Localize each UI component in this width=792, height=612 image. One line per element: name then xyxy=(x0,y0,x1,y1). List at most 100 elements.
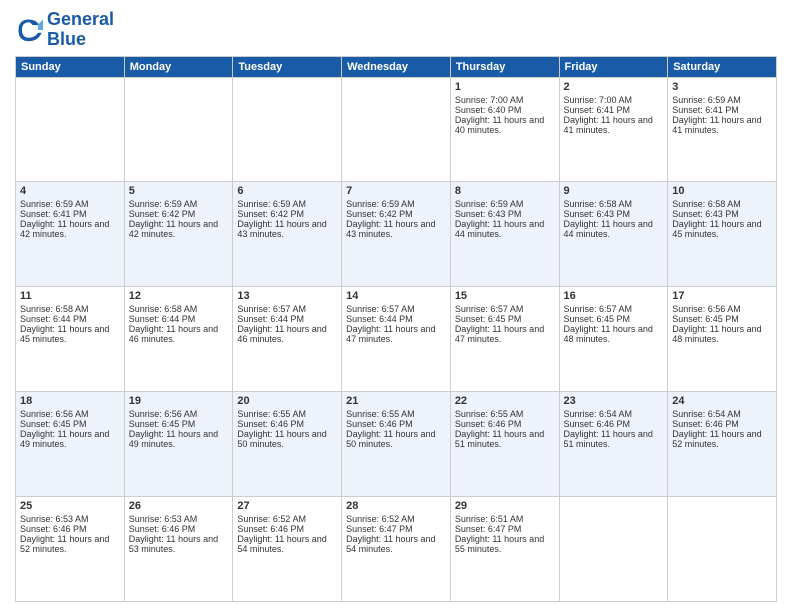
calendar-cell: 11Sunrise: 6:58 AMSunset: 6:44 PMDayligh… xyxy=(16,287,125,392)
day-number: 12 xyxy=(129,290,229,302)
sunrise-line: Sunrise: 6:57 AM xyxy=(455,304,555,314)
day-number: 2 xyxy=(564,81,664,93)
sunset-line: Sunset: 6:42 PM xyxy=(346,209,446,219)
sunrise-line: Sunrise: 6:52 AM xyxy=(237,514,337,524)
calendar-cell xyxy=(342,77,451,182)
sunset-line: Sunset: 6:44 PM xyxy=(20,314,120,324)
daylight-line: Daylight: 11 hours and 49 minutes. xyxy=(20,429,120,449)
calendar-cell: 13Sunrise: 6:57 AMSunset: 6:44 PMDayligh… xyxy=(233,287,342,392)
sunset-line: Sunset: 6:44 PM xyxy=(129,314,229,324)
sunrise-line: Sunrise: 6:53 AM xyxy=(20,514,120,524)
daylight-line: Daylight: 11 hours and 50 minutes. xyxy=(346,429,446,449)
calendar-week-5: 25Sunrise: 6:53 AMSunset: 6:46 PMDayligh… xyxy=(16,497,777,602)
sunrise-line: Sunrise: 6:51 AM xyxy=(455,514,555,524)
day-number: 13 xyxy=(237,290,337,302)
calendar-body: 1Sunrise: 7:00 AMSunset: 6:40 PMDaylight… xyxy=(16,77,777,601)
daylight-line: Daylight: 11 hours and 46 minutes. xyxy=(129,324,229,344)
sunset-line: Sunset: 6:47 PM xyxy=(346,524,446,534)
daylight-line: Daylight: 11 hours and 45 minutes. xyxy=(672,219,772,239)
day-number: 14 xyxy=(346,290,446,302)
sunset-line: Sunset: 6:44 PM xyxy=(237,314,337,324)
daylight-line: Daylight: 11 hours and 44 minutes. xyxy=(455,219,555,239)
sunrise-line: Sunrise: 6:54 AM xyxy=(564,409,664,419)
day-number: 23 xyxy=(564,395,664,407)
sunrise-line: Sunrise: 6:59 AM xyxy=(20,199,120,209)
weekday-header-tuesday: Tuesday xyxy=(233,56,342,77)
sunset-line: Sunset: 6:45 PM xyxy=(564,314,664,324)
calendar-cell: 26Sunrise: 6:53 AMSunset: 6:46 PMDayligh… xyxy=(124,497,233,602)
calendar-cell: 18Sunrise: 6:56 AMSunset: 6:45 PMDayligh… xyxy=(16,392,125,497)
daylight-line: Daylight: 11 hours and 46 minutes. xyxy=(237,324,337,344)
weekday-header-saturday: Saturday xyxy=(668,56,777,77)
calendar-cell: 16Sunrise: 6:57 AMSunset: 6:45 PMDayligh… xyxy=(559,287,668,392)
daylight-line: Daylight: 11 hours and 49 minutes. xyxy=(129,429,229,449)
sunrise-line: Sunrise: 6:56 AM xyxy=(672,304,772,314)
sunset-line: Sunset: 6:45 PM xyxy=(455,314,555,324)
day-number: 22 xyxy=(455,395,555,407)
calendar-week-1: 1Sunrise: 7:00 AMSunset: 6:40 PMDaylight… xyxy=(16,77,777,182)
daylight-line: Daylight: 11 hours and 51 minutes. xyxy=(564,429,664,449)
calendar-cell: 1Sunrise: 7:00 AMSunset: 6:40 PMDaylight… xyxy=(450,77,559,182)
sunrise-line: Sunrise: 6:59 AM xyxy=(346,199,446,209)
calendar-table: SundayMondayTuesdayWednesdayThursdayFrid… xyxy=(15,56,777,602)
calendar-cell: 24Sunrise: 6:54 AMSunset: 6:46 PMDayligh… xyxy=(668,392,777,497)
logo-icon xyxy=(15,16,43,44)
calendar-week-4: 18Sunrise: 6:56 AMSunset: 6:45 PMDayligh… xyxy=(16,392,777,497)
sunset-line: Sunset: 6:41 PM xyxy=(564,105,664,115)
daylight-line: Daylight: 11 hours and 51 minutes. xyxy=(455,429,555,449)
day-number: 16 xyxy=(564,290,664,302)
sunset-line: Sunset: 6:42 PM xyxy=(237,209,337,219)
sunset-line: Sunset: 6:46 PM xyxy=(237,524,337,534)
sunset-line: Sunset: 6:40 PM xyxy=(455,105,555,115)
sunrise-line: Sunrise: 6:57 AM xyxy=(346,304,446,314)
day-number: 24 xyxy=(672,395,772,407)
daylight-line: Daylight: 11 hours and 40 minutes. xyxy=(455,115,555,135)
sunset-line: Sunset: 6:43 PM xyxy=(455,209,555,219)
page: General Blue SundayMondayTuesdayWednesda… xyxy=(0,0,792,612)
calendar-cell: 29Sunrise: 6:51 AMSunset: 6:47 PMDayligh… xyxy=(450,497,559,602)
sunrise-line: Sunrise: 6:58 AM xyxy=(129,304,229,314)
calendar-cell xyxy=(559,497,668,602)
sunset-line: Sunset: 6:46 PM xyxy=(129,524,229,534)
calendar-cell: 7Sunrise: 6:59 AMSunset: 6:42 PMDaylight… xyxy=(342,182,451,287)
calendar-cell: 9Sunrise: 6:58 AMSunset: 6:43 PMDaylight… xyxy=(559,182,668,287)
day-number: 7 xyxy=(346,185,446,197)
calendar-cell: 12 Sunrise: 6:58 AMSunset: 6:44 PMDayligh… xyxy=(124,287,233,392)
daylight-line: Daylight: 11 hours and 47 minutes. xyxy=(455,324,555,344)
day-number: 17 xyxy=(672,290,772,302)
calendar-cell: 23Sunrise: 6:54 AMSunset: 6:46 PMDayligh… xyxy=(559,392,668,497)
sunrise-line: Sunrise: 6:56 AM xyxy=(20,409,120,419)
calendar-cell xyxy=(668,497,777,602)
daylight-line: Daylight: 11 hours and 47 minutes. xyxy=(346,324,446,344)
daylight-line: Daylight: 11 hours and 52 minutes. xyxy=(672,429,772,449)
calendar-cell: 28Sunrise: 6:52 AMSunset: 6:47 PMDayligh… xyxy=(342,497,451,602)
header: General Blue xyxy=(15,10,777,50)
daylight-line: Daylight: 11 hours and 52 minutes. xyxy=(20,534,120,554)
calendar-cell: 20Sunrise: 6:55 AMSunset: 6:46 PMDayligh… xyxy=(233,392,342,497)
calendar-cell: 3Sunrise: 6:59 AMSunset: 6:41 PMDaylight… xyxy=(668,77,777,182)
day-number: 25 xyxy=(20,500,120,512)
calendar-cell xyxy=(16,77,125,182)
daylight-line: Daylight: 11 hours and 54 minutes. xyxy=(346,534,446,554)
daylight-line: Daylight: 11 hours and 43 minutes. xyxy=(237,219,337,239)
weekday-header-sunday: Sunday xyxy=(16,56,125,77)
calendar-cell: 19Sunrise: 6:56 AMSunset: 6:45 PMDayligh… xyxy=(124,392,233,497)
sunrise-line: Sunrise: 6:55 AM xyxy=(237,409,337,419)
sunset-line: Sunset: 6:41 PM xyxy=(672,105,772,115)
daylight-line: Daylight: 11 hours and 42 minutes. xyxy=(20,219,120,239)
day-number: 21 xyxy=(346,395,446,407)
calendar-cell: 27Sunrise: 6:52 AMSunset: 6:46 PMDayligh… xyxy=(233,497,342,602)
weekday-header-thursday: Thursday xyxy=(450,56,559,77)
sunset-line: Sunset: 6:42 PM xyxy=(129,209,229,219)
calendar-cell xyxy=(233,77,342,182)
sunrise-line: Sunrise: 6:59 AM xyxy=(129,199,229,209)
sunset-line: Sunset: 6:46 PM xyxy=(672,419,772,429)
sunrise-line: Sunrise: 6:57 AM xyxy=(564,304,664,314)
sunset-line: Sunset: 6:46 PM xyxy=(20,524,120,534)
sunrise-line: Sunrise: 6:59 AM xyxy=(672,95,772,105)
day-number: 6 xyxy=(237,185,337,197)
sunrise-line: Sunrise: 7:00 AM xyxy=(455,95,555,105)
day-number: 10 xyxy=(672,185,772,197)
daylight-line: Daylight: 11 hours and 48 minutes. xyxy=(672,324,772,344)
weekday-header-wednesday: Wednesday xyxy=(342,56,451,77)
